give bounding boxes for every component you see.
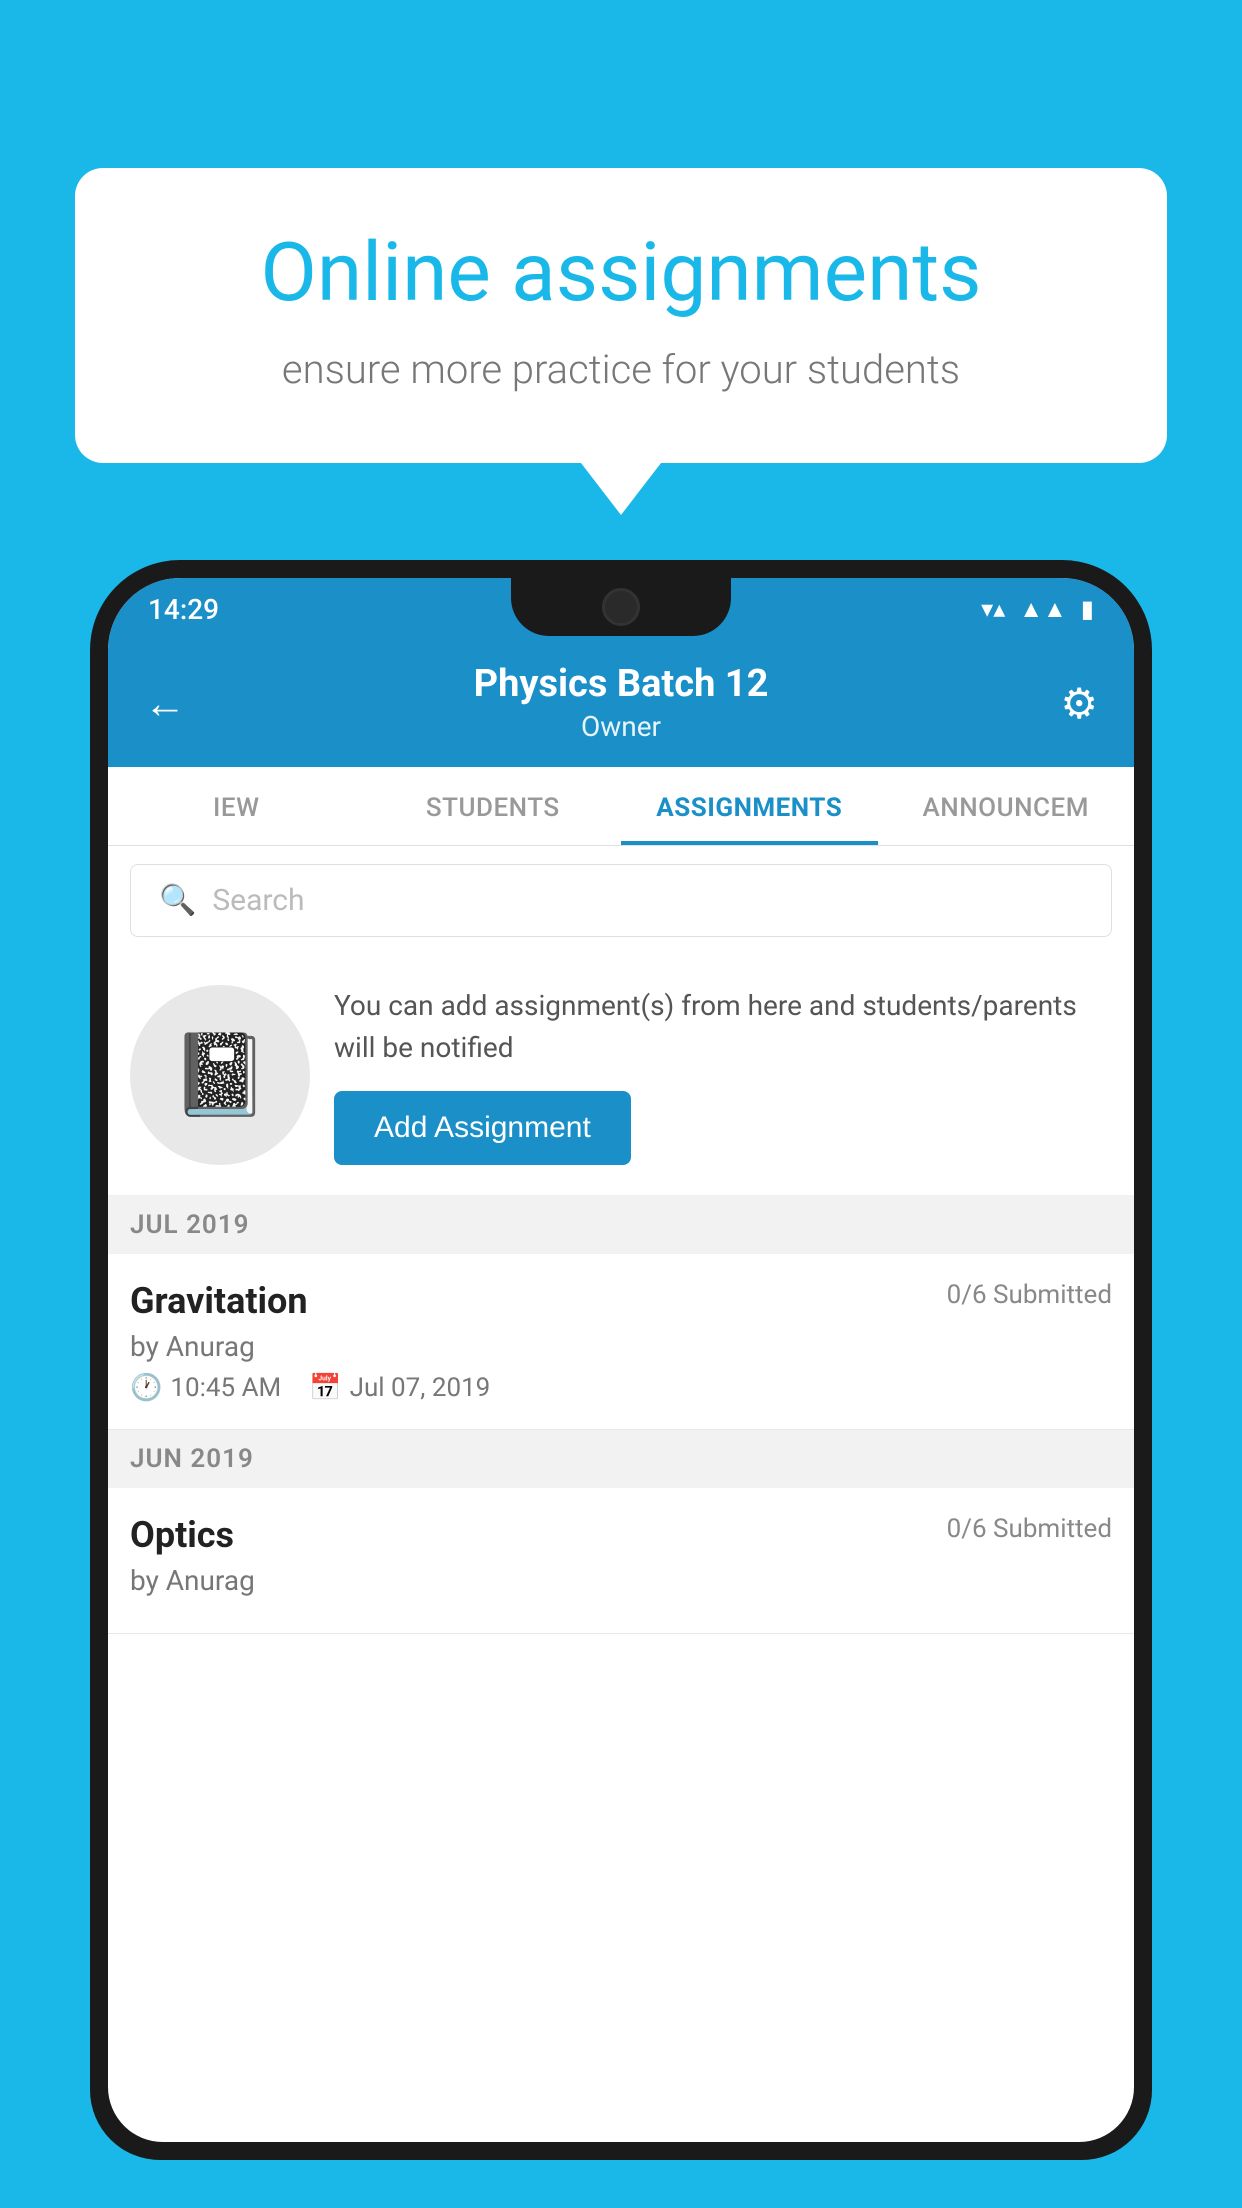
assignment-submitted-gravitation: 0/6 Submitted [947,1280,1112,1310]
phone-camera [602,588,640,626]
calendar-icon: 📅 [309,1373,341,1403]
tab-announcements[interactable]: ANNOUNCEM [878,767,1135,845]
assignment-meta-gravitation: 🕐 10:45 AM 📅 Jul 07, 2019 [130,1373,1112,1403]
meta-time: 🕐 10:45 AM [130,1373,281,1403]
search-bar[interactable]: 🔍 Search [130,864,1112,937]
add-assignment-button[interactable]: Add Assignment [334,1091,631,1165]
assignment-by-optics: by Anurag [130,1564,1112,1597]
tab-assignments[interactable]: ASSIGNMENTS [621,767,878,845]
speech-bubble: Online assignments ensure more practice … [75,168,1167,463]
assignment-gravitation[interactable]: Gravitation 0/6 Submitted by Anurag 🕐 10… [108,1254,1134,1430]
notebook-icon: 📓 [170,1028,270,1122]
phone-screen: 14:29 ▾▴ ▲▲ ▮ ← Physics Batch 12 Owner ⚙… [108,578,1134,2142]
signal-icon: ▲▲ [1019,595,1067,624]
search-container: 🔍 Search [108,846,1134,955]
assignment-row1: Gravitation 0/6 Submitted [130,1280,1112,1322]
phone-wrapper: 14:29 ▾▴ ▲▲ ▮ ← Physics Batch 12 Owner ⚙… [90,560,1152,2208]
tab-bar: IEW STUDENTS ASSIGNMENTS ANNOUNCEM [108,767,1134,846]
bubble-title: Online assignments [155,228,1087,318]
assignment-row1-optics: Optics 0/6 Submitted [130,1514,1112,1556]
assignment-optics[interactable]: Optics 0/6 Submitted by Anurag [108,1488,1134,1634]
status-time: 14:29 [148,593,219,626]
phone-outer: 14:29 ▾▴ ▲▲ ▮ ← Physics Batch 12 Owner ⚙… [90,560,1152,2160]
header-subtitle: Owner [144,710,1098,743]
assignment-by-gravitation: by Anurag [130,1330,1112,1363]
promo-icon-circle: 📓 [130,985,310,1165]
assignment-time: 10:45 AM [170,1373,281,1403]
phone-notch [511,578,731,636]
promo-right: You can add assignment(s) from here and … [334,985,1112,1165]
assignment-date: Jul 07, 2019 [350,1373,491,1403]
back-button[interactable]: ← [144,679,186,728]
search-icon: 🔍 [159,883,196,918]
clock-icon: 🕐 [130,1373,162,1403]
search-placeholder: Search [212,883,304,918]
promo-text: You can add assignment(s) from here and … [334,985,1112,1069]
promo-section: 📓 You can add assignment(s) from here an… [108,955,1134,1196]
tab-iew[interactable]: IEW [108,767,365,845]
content-area: 🔍 Search 📓 You can add assignment(s) fro… [108,846,1134,1634]
assignment-submitted-optics: 0/6 Submitted [947,1514,1112,1544]
speech-bubble-container: Online assignments ensure more practice … [75,168,1167,463]
header-title: Physics Batch 12 [144,662,1098,706]
battery-icon: ▮ [1081,595,1094,623]
settings-icon[interactable]: ⚙ [1060,679,1098,729]
assignment-name-optics: Optics [130,1514,234,1556]
tab-students[interactable]: STUDENTS [365,767,622,845]
assignment-name-gravitation: Gravitation [130,1280,308,1322]
wifi-icon: ▾▴ [981,595,1005,623]
bubble-subtitle: ensure more practice for your students [155,346,1087,393]
status-icons: ▾▴ ▲▲ ▮ [981,595,1094,624]
month-separator-jun: JUN 2019 [108,1430,1134,1488]
app-header: ← Physics Batch 12 Owner ⚙ [108,640,1134,767]
meta-date: 📅 Jul 07, 2019 [309,1373,490,1403]
month-separator-jul: JUL 2019 [108,1196,1134,1254]
